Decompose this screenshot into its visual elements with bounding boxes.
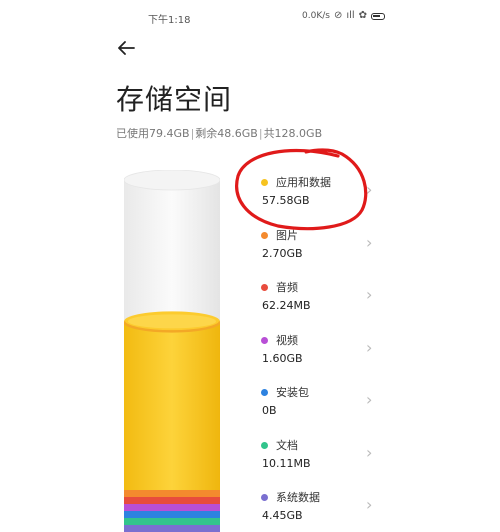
storage-item-name: 图片: [276, 228, 298, 242]
chevron-right-icon: ›: [366, 442, 373, 462]
color-dot-icon: [261, 441, 268, 449]
alarm-icon: ⊘: [333, 10, 343, 21]
storage-summary: 已使用79.4GB|剩余48.6GB|共128.0GB: [116, 127, 323, 140]
color-dot-icon: [261, 179, 268, 186]
storage-item-size: 0B: [262, 404, 277, 417]
cylinder-segment-band: [124, 518, 220, 526]
used-text: 已使用79.4GB: [116, 127, 190, 140]
chevron-right-icon: ›: [366, 285, 373, 304]
chevron-right-icon: ›: [366, 390, 373, 409]
cylinder-segment-band: [124, 490, 220, 498]
color-dot-icon: [261, 231, 268, 239]
storage-item-size: 2.70GB: [262, 246, 303, 260]
storage-item-name: 安装包: [276, 386, 309, 399]
status-time: 下午1:18: [148, 15, 191, 26]
net-speed: 0.0K/s: [302, 11, 330, 21]
cylinder-segment-band: [124, 511, 220, 519]
storage-item[interactable]: 视频 1.60GB ›: [258, 326, 388, 370]
cylinder-fill-highlight: [128, 314, 216, 329]
storage-item-size: 57.58GB: [262, 194, 310, 207]
arrow-left-icon: [118, 41, 135, 55]
storage-item[interactable]: 应用和数据 57.58GB ›: [258, 168, 388, 212]
chevron-right-icon: ›: [366, 337, 373, 357]
total-text: 共128.0GB: [263, 127, 323, 140]
storage-item[interactable]: 安装包 0B ›: [258, 378, 388, 422]
storage-item-name: 应用和数据: [276, 176, 331, 189]
cylinder-segment-band: [124, 497, 220, 505]
storage-item-size: 4.45GB: [262, 509, 303, 522]
cylinder-segment-band: [124, 525, 220, 532]
storage-item-name: 视频: [276, 333, 298, 347]
cylinder-segment-band: [124, 504, 220, 512]
storage-item-size: 62.24MB: [262, 299, 311, 312]
color-dot-icon: [261, 389, 268, 396]
battery-icon: [371, 12, 386, 20]
cylinder-segment-apps: [124, 321, 220, 491]
storage-item-size: 1.60GB: [262, 351, 303, 365]
color-dot-icon: [261, 494, 268, 501]
color-dot-icon: [261, 336, 268, 344]
color-dot-icon: [261, 284, 268, 291]
storage-cylinder-chart: [124, 170, 220, 532]
status-icons: 0.0K/s ⊘ ıll ✿: [302, 10, 386, 21]
cylinder-top-cap: [124, 170, 220, 191]
back-button[interactable]: [116, 38, 140, 60]
storage-item-size: 10.11MB: [262, 456, 311, 470]
signal-icon: ıll: [346, 10, 355, 21]
storage-item[interactable]: 音频 62.24MB ›: [258, 273, 388, 317]
storage-item[interactable]: 文档 10.11MB ›: [258, 431, 388, 475]
wifi-icon: ✿: [358, 10, 368, 21]
status-bar: 下午1:18 0.0K/s ⊘ ıll ✿: [0, 0, 500, 34]
chevron-right-icon: ›: [366, 232, 373, 252]
page-title: 存储空间: [116, 83, 233, 116]
remaining-text: 剩余48.6GB: [195, 127, 258, 140]
chevron-right-icon: ›: [366, 180, 373, 199]
storage-item[interactable]: 图片 2.70GB ›: [258, 221, 388, 265]
storage-item[interactable]: 系统数据 4.45GB ›: [258, 483, 388, 527]
storage-item-name: 音频: [276, 281, 298, 294]
chevron-right-icon: ›: [366, 495, 373, 514]
storage-item-name: 系统数据: [276, 491, 320, 504]
storage-item-name: 文档: [276, 438, 298, 452]
